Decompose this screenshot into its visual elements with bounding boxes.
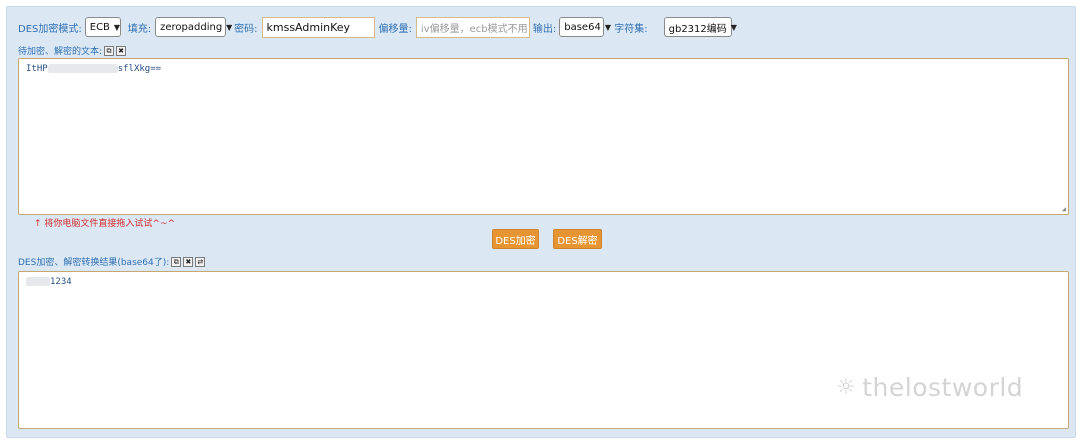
chevron-down-icon: ▼ <box>113 22 121 32</box>
output-select-value: base64 <box>564 21 601 33</box>
clear-icon[interactable]: ✖ <box>183 256 194 267</box>
input-text-suffix: sflXkg== <box>117 64 162 74</box>
watermark: ☼ thelostworld <box>836 373 1023 402</box>
password-input[interactable]: kmssAdminKey <box>261 16 375 38</box>
mode-select-value: ECB <box>89 21 110 33</box>
charset-select-value: gb2312编码 <box>668 23 727 35</box>
output-text-label-row: DES加密、解密转换结果(base64了): ⧉ ✖ ⇄ <box>18 255 206 268</box>
input-textarea[interactable]: ItHP sflXkg== ◢ <box>18 58 1069 215</box>
input-text-prefix: ItHP <box>26 64 48 74</box>
output-select[interactable]: base64 ▼ <box>559 17 611 37</box>
mode-label: DES加密模式: <box>18 23 82 35</box>
watermark-text: thelostworld <box>862 373 1024 402</box>
charset-select[interactable]: gb2312编码 ▼ <box>663 17 737 37</box>
resize-handle-icon[interactable]: ◢ <box>1062 205 1066 213</box>
drag-drop-hint: ↑ 将你电脑文件直接拖入试试^~^ <box>34 219 176 229</box>
des-encrypt-button[interactable]: DES加密 <box>492 229 539 249</box>
settings-row: DES加密模式: ECB ▼ 填充: zeropadding ▼ 密码: kms… <box>18 16 737 38</box>
chevron-down-icon: ▼ <box>604 22 611 32</box>
swap-icon[interactable]: ⇄ <box>195 256 206 267</box>
des-decrypt-button[interactable]: DES解密 <box>553 229 602 249</box>
output-textarea[interactable]: 1234 <box>18 271 1069 429</box>
password-label: 密码: <box>234 23 258 35</box>
copy-icon[interactable]: ⧉ <box>104 45 115 56</box>
input-text-label: 待加密、解密的文本: <box>18 47 103 57</box>
wechat-icon: ☼ <box>836 375 857 400</box>
redacted-text <box>26 277 50 286</box>
output-label: 输出: <box>532 23 557 35</box>
input-text-label-row: 待加密、解密的文本: ⧉ ✖ <box>18 44 127 57</box>
padding-select[interactable]: zeropadding ▼ <box>155 17 232 37</box>
chevron-down-icon: ▼ <box>730 22 737 32</box>
output-text-label: DES加密、解密转换结果(base64了): <box>18 258 170 268</box>
mode-select[interactable]: ECB ▼ <box>84 17 121 37</box>
copy-icon[interactable]: ⧉ <box>171 256 182 267</box>
redacted-text <box>47 64 118 73</box>
iv-label: 偏移量: <box>378 23 412 35</box>
chevron-down-icon: ▼ <box>226 22 233 32</box>
output-text-suffix: 1234 <box>50 277 72 287</box>
padding-select-value: zeropadding <box>160 21 223 33</box>
padding-label: 填充: <box>127 23 152 35</box>
charset-label: 字符集: <box>614 23 648 35</box>
iv-input[interactable]: iv偏移量，ecb模式不用 <box>415 16 530 38</box>
clear-icon[interactable]: ✖ <box>116 45 127 56</box>
